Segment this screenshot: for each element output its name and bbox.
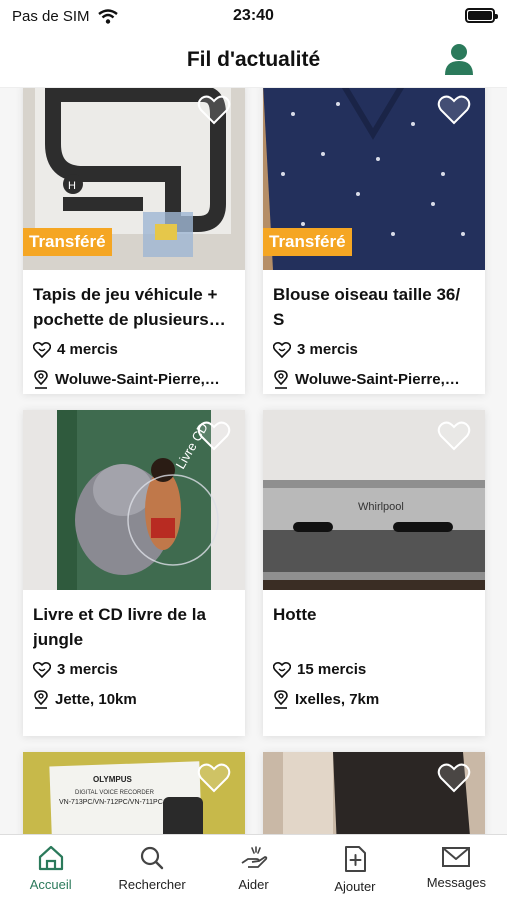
location-pin-icon — [274, 689, 288, 709]
item-card[interactable]: Livre CD Livre et CD livre de la jungle … — [23, 410, 245, 736]
heart-icon[interactable] — [437, 762, 471, 794]
item-photo: Whirlpool — [263, 410, 485, 590]
svg-text:H: H — [68, 180, 76, 192]
feed: H Transféré Tapis de jeu véhicule + poch… — [0, 88, 507, 834]
tab-bar: Accueil Rechercher Aider Ajouter Message… — [0, 834, 507, 900]
item-card[interactable]: H Transféré Tapis de jeu véhicule + poch… — [23, 88, 245, 394]
add-document-icon — [344, 846, 366, 872]
battery-icon — [465, 8, 498, 23]
carrier-label: Pas de SIM — [12, 7, 90, 25]
heart-icon[interactable] — [197, 420, 231, 452]
tab-add[interactable]: Ajouter — [304, 835, 405, 900]
item-photo: Livre CD — [23, 410, 245, 590]
thanks-label: 3 mercis — [297, 340, 358, 358]
thanks-label: 4 mercis — [57, 340, 118, 358]
heart-icon[interactable] — [197, 762, 231, 794]
item-photo: H Transféré — [23, 88, 245, 270]
transferred-badge: Transféré — [23, 228, 112, 256]
tab-home[interactable]: Accueil — [0, 835, 101, 900]
olympus-line1: DIGITAL VOICE RECORDER — [75, 790, 155, 796]
brand-label: Whirlpool — [358, 501, 404, 513]
tab-label: Ajouter — [334, 879, 376, 894]
item-title: Tapis de jeu véhicule + pochette de plus… — [33, 285, 226, 329]
location-pin-icon — [34, 689, 48, 709]
item-title: Blouse oiseau taille 36/ S — [273, 285, 461, 329]
nav-bar: Fil d'actualité — [0, 32, 507, 88]
wifi-icon — [97, 8, 118, 24]
location: Woluwe-Saint-Pierre,… — [33, 368, 235, 390]
olympus-brand: OLYMPUS — [93, 775, 132, 784]
envelope-icon — [442, 847, 471, 867]
thanks-count: 3 mercis — [33, 658, 235, 680]
transferred-badge: Transféré — [263, 228, 352, 256]
heart-smile-icon — [33, 661, 51, 678]
item-card[interactable]: Whirlpool Hotte 15 mercis Ixelles, 7km — [263, 410, 485, 736]
heart-smile-icon — [273, 661, 291, 678]
item-card[interactable]: Transféré Blouse oiseau taille 36/ S 3 m… — [263, 88, 485, 394]
tab-help[interactable]: Aider — [203, 835, 304, 900]
location-label: Woluwe-Saint-Pierre,… — [55, 370, 220, 388]
item-title: Livre et CD livre de la jungle — [33, 605, 206, 649]
location-label: Ixelles, 7km — [295, 690, 380, 708]
olympus-line2: VN-713PC/VN-712PC/VN-711PC — [59, 799, 163, 806]
home-icon — [38, 845, 63, 871]
thanks-count: 15 mercis — [273, 658, 475, 680]
tab-label: Messages — [426, 875, 486, 890]
location-label: Jette, 10km — [55, 690, 137, 708]
thanks-label: 15 mercis — [297, 660, 367, 678]
heart-icon[interactable] — [437, 94, 471, 126]
heart-icon[interactable] — [437, 420, 471, 452]
heart-smile-icon — [33, 341, 51, 358]
thanks-count: 4 mercis — [33, 338, 235, 360]
item-photo: OLYMPUS DIGITAL VOICE RECORDER VN-713PC/… — [23, 752, 245, 834]
location: Woluwe-Saint-Pierre,… — [273, 368, 475, 390]
search-icon — [141, 846, 164, 870]
location-pin-icon — [274, 369, 288, 389]
item-card[interactable] — [263, 752, 485, 834]
location-label: Woluwe-Saint-Pierre,… — [295, 370, 460, 388]
tab-search[interactable]: Rechercher — [101, 835, 202, 900]
location: Jette, 10km — [33, 688, 235, 710]
status-left: Pas de SIM — [12, 8, 118, 25]
thanks-label: 3 mercis — [57, 660, 118, 678]
location: Ixelles, 7km — [273, 688, 475, 710]
tab-messages[interactable]: Messages — [406, 835, 507, 900]
page-title: Fil d'actualité — [186, 47, 321, 71]
item-photo: Transféré — [263, 88, 485, 270]
heart-icon[interactable] — [197, 94, 231, 126]
heart-smile-icon — [273, 341, 291, 358]
profile-icon[interactable] — [443, 42, 475, 76]
item-card[interactable]: OLYMPUS DIGITAL VOICE RECORDER VN-713PC/… — [23, 752, 245, 834]
item-title: Hotte — [273, 605, 317, 624]
location-pin-icon — [34, 369, 48, 389]
helping-hand-icon — [241, 846, 267, 868]
tab-label: Accueil — [29, 877, 72, 892]
tab-label: Aider — [238, 877, 269, 892]
item-photo — [263, 752, 485, 834]
thanks-count: 3 mercis — [273, 338, 475, 360]
tab-label: Rechercher — [118, 877, 186, 892]
status-bar: Pas de SIM 23:40 — [0, 0, 507, 32]
